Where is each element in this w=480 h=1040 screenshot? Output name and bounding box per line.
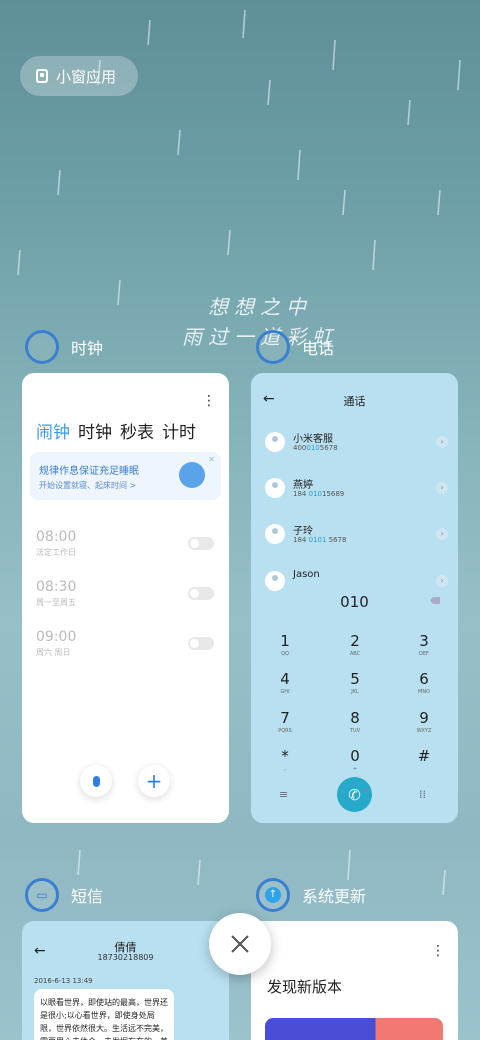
contact-number: 4000105678 xyxy=(293,444,338,452)
contact-item[interactable]: 子玲 184 0101 5678 › xyxy=(265,522,450,552)
message-bubble[interactable]: 以眼看世界，即使站的最高，世界还是很小;以心看世界，即使身处局限，世界依然很大。… xyxy=(34,989,174,1040)
sms-contact-number: 18730218809 xyxy=(97,953,154,962)
contact-name: 燕婷 xyxy=(293,480,313,491)
system-update-card[interactable]: ⋮ 发现新版本 xyxy=(251,921,458,1040)
small-window-icon xyxy=(36,69,48,83)
banner-title: 规律作息保证充足睡眠 xyxy=(39,466,139,477)
contact-number: 184 01015689 xyxy=(293,490,345,498)
contact-name: 子玲 xyxy=(293,526,313,537)
message-timestamp: 2016-6-13 13:49 xyxy=(34,977,93,985)
app-header-clock[interactable]: 时钟 xyxy=(25,330,103,364)
contact-name: Jason xyxy=(293,569,320,580)
plus-icon: + xyxy=(145,769,163,793)
alarm-item[interactable]: 08:00 法定工作日 xyxy=(36,529,76,558)
small-window-apps-button[interactable]: 小窗应用 xyxy=(20,56,138,96)
key-9[interactable]: 9 WXYZ xyxy=(404,710,444,734)
keypad-icon[interactable]: ⁞⁞ xyxy=(419,788,426,801)
sms-app-card[interactable]: ← 倩倩 18730218809 ⋮ 2016-6-13 13:49 以眼看世界… xyxy=(22,921,229,1040)
key-6[interactable]: 6 MNO xyxy=(404,671,444,695)
key-star[interactable]: *, xyxy=(265,748,305,772)
chevron-right-icon[interactable]: › xyxy=(436,436,448,448)
small-window-label: 小窗应用 xyxy=(56,67,117,86)
tab-timer[interactable]: 计时 xyxy=(162,418,196,443)
phone-icon xyxy=(256,330,290,364)
update-heading: 发现新版本 xyxy=(267,978,343,996)
app-name-clock: 时钟 xyxy=(71,339,104,358)
key-2[interactable]: 2 ABC xyxy=(335,633,375,657)
phone-handset-icon: ✆ xyxy=(348,785,361,804)
contact-item[interactable]: 燕婷 184 01015689 › xyxy=(265,476,450,506)
app-header-update[interactable]: ↑ 系统更新 xyxy=(256,878,366,912)
voice-alarm-button[interactable] xyxy=(80,765,112,797)
message-icon: ▭ xyxy=(25,878,59,912)
banner-subtitle: 开始设置就寝、起床时间 > xyxy=(39,481,137,490)
chevron-right-icon[interactable]: › xyxy=(436,575,448,587)
app-name-phone: 电话 xyxy=(302,339,335,358)
avatar xyxy=(265,524,285,544)
tab-alarm[interactable]: 闹钟 xyxy=(36,418,70,443)
avatar xyxy=(265,571,285,591)
key-7[interactable]: 7 PQRS xyxy=(265,710,305,734)
close-all-button[interactable] xyxy=(209,913,271,975)
key-8[interactable]: 8 TUV xyxy=(335,710,375,734)
avatar xyxy=(265,432,285,452)
key-3[interactable]: 3 DEF xyxy=(404,633,444,657)
phone-app-card[interactable]: ← 通话 小米客服 4000105678 › 燕婷 184 01015689 ›… xyxy=(251,373,458,823)
tab-clock[interactable]: 时钟 xyxy=(78,418,112,443)
alarm-repeat: 周六 周日 xyxy=(36,648,71,657)
avatar xyxy=(265,478,285,498)
clock-app-card[interactable]: ⋮ 闹钟 时钟 秒表 计时 规律作息保证充足睡眠 开始设置就寝、起床时间 > ✕… xyxy=(22,373,229,823)
close-icon[interactable]: ✕ xyxy=(208,455,215,464)
update-arrow-icon: ↑ xyxy=(256,878,290,912)
moon-icon xyxy=(179,462,205,488)
update-illustration xyxy=(265,1018,443,1040)
more-options-icon[interactable]: ⋮ xyxy=(202,393,216,409)
key-0[interactable]: 0 + xyxy=(335,748,375,772)
call-button[interactable]: ✆ xyxy=(337,777,372,812)
clock-tabs: 闹钟 时钟 秒表 计时 xyxy=(36,418,196,443)
app-header-phone[interactable]: 电话 xyxy=(256,330,334,364)
alarm-item[interactable]: 08:30 周一至周五 xyxy=(36,579,76,608)
alarm-toggle[interactable] xyxy=(188,637,214,650)
close-icon xyxy=(231,935,249,953)
contact-name: 小米客服 xyxy=(293,434,333,445)
alarm-toggle[interactable] xyxy=(188,587,214,600)
dial-input[interactable]: 010 xyxy=(251,593,458,611)
sleep-banner[interactable]: 规律作息保证充足睡眠 开始设置就寝、起床时间 > ✕ xyxy=(30,452,221,500)
alarm-time: 08:00 xyxy=(36,529,77,545)
key-5[interactable]: 5 JKL xyxy=(335,671,375,695)
key-hash[interactable]: # xyxy=(404,748,444,766)
chevron-right-icon[interactable]: › xyxy=(436,528,448,540)
key-1[interactable]: 1 QQ xyxy=(265,633,305,657)
app-header-sms[interactable]: ▭ 短信 xyxy=(25,878,103,912)
microphone-icon xyxy=(92,775,100,787)
alarm-repeat: 法定工作日 xyxy=(36,548,76,557)
app-name-update: 系统更新 xyxy=(302,887,367,906)
alarm-time: 08:30 xyxy=(36,579,77,595)
alarm-toggle[interactable] xyxy=(188,537,214,550)
contact-number: 184 0101 5678 xyxy=(293,536,347,544)
tab-stopwatch[interactable]: 秒表 xyxy=(120,418,154,443)
phone-title: 通话 xyxy=(343,395,366,408)
key-4[interactable]: 4 GHI xyxy=(265,671,305,695)
app-name-sms: 短信 xyxy=(71,887,104,906)
contact-item[interactable]: 小米客服 4000105678 › xyxy=(265,430,450,460)
clock-icon xyxy=(25,330,59,364)
alarm-time: 09:00 xyxy=(36,629,77,645)
add-alarm-button[interactable]: + xyxy=(138,765,170,797)
poem-line-1: 想想之中 xyxy=(208,295,312,319)
menu-icon[interactable]: ≡ xyxy=(279,788,288,801)
alarm-repeat: 周一至周五 xyxy=(36,598,76,607)
more-options-icon[interactable]: ⋮ xyxy=(431,943,445,959)
alarm-item[interactable]: 09:00 周六 周日 xyxy=(36,629,76,658)
chevron-right-icon[interactable]: › xyxy=(436,482,448,494)
